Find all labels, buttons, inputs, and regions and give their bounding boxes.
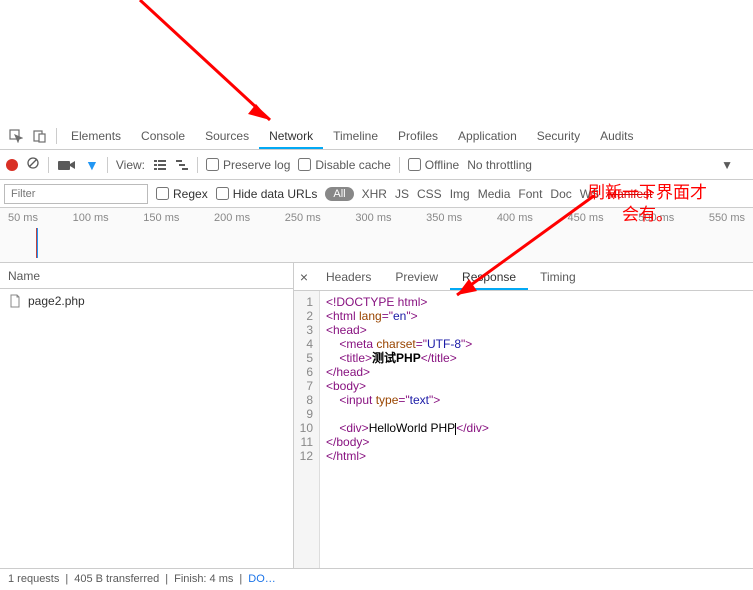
filter-font[interactable]: Font <box>518 187 542 201</box>
filter-media[interactable]: Media <box>478 187 511 201</box>
filter-doc[interactable]: Doc <box>550 187 571 201</box>
disable-cache-checkbox[interactable]: Disable cache <box>298 158 390 172</box>
preserve-log-checkbox[interactable]: Preserve log <box>206 158 290 172</box>
tick-label: 550 ms <box>709 212 745 224</box>
tab-profiles[interactable]: Profiles <box>388 123 448 148</box>
tab-sources[interactable]: Sources <box>195 123 259 148</box>
filter-css[interactable]: CSS <box>417 187 442 201</box>
filter-img[interactable]: Img <box>450 187 470 201</box>
record-icon[interactable] <box>6 159 18 171</box>
hide-data-urls-checkbox[interactable]: Hide data URLs <box>216 187 318 201</box>
status-requests: 1 requests <box>8 573 59 586</box>
line-gutter: 123456789101112 <box>294 291 320 568</box>
throttling-caret-icon[interactable]: ▼ <box>721 158 733 172</box>
subtab-timing[interactable]: Timing <box>528 264 588 289</box>
annotation-text: 刷新一下界面才会有。 <box>588 182 707 226</box>
response-code[interactable]: 123456789101112 <!DOCTYPE html><html lan… <box>294 291 753 568</box>
tick-label: 250 ms <box>285 212 321 224</box>
view-waterfall-icon[interactable] <box>175 158 189 172</box>
timeline-load-marker <box>36 228 37 258</box>
status-bar: 1 requests| 405 B transferred| Finish: 4… <box>0 568 753 590</box>
status-finish: Finish: 4 ms <box>174 573 233 586</box>
request-list: Name page2.php <box>0 263 294 568</box>
status-dom: DO… <box>248 573 276 586</box>
request-name: page2.php <box>28 294 85 308</box>
regex-checkbox[interactable]: Regex <box>156 187 208 201</box>
view-label: View: <box>116 158 145 172</box>
inspect-icon[interactable] <box>8 128 24 144</box>
tick-label: 400 ms <box>497 212 533 224</box>
subtab-response[interactable]: Response <box>450 264 528 290</box>
offline-checkbox[interactable]: Offline <box>408 158 459 172</box>
tab-network[interactable]: Network <box>259 123 323 149</box>
tick-label: 350 ms <box>426 212 462 224</box>
status-transferred: 405 B transferred <box>74 573 159 586</box>
tab-elements[interactable]: Elements <box>61 123 131 148</box>
device-toggle-icon[interactable] <box>32 128 48 144</box>
subtab-headers[interactable]: Headers <box>314 264 383 289</box>
tick-label: 50 ms <box>8 212 38 224</box>
camera-icon[interactable] <box>57 158 77 172</box>
tab-application[interactable]: Application <box>448 123 527 148</box>
network-toolbar: ▼ View: Preserve log Disable cache Offli… <box>0 150 753 180</box>
filter-js[interactable]: JS <box>395 187 409 201</box>
filter-input[interactable] <box>4 184 148 204</box>
tab-console[interactable]: Console <box>131 123 195 148</box>
filter-toggle-icon[interactable]: ▼ <box>85 157 99 173</box>
tick-label: 100 ms <box>73 212 109 224</box>
tick-label: 200 ms <box>214 212 250 224</box>
main-tabs: Elements Console Sources Network Timelin… <box>0 122 753 150</box>
tick-label: 150 ms <box>143 212 179 224</box>
view-list-icon[interactable] <box>153 158 167 172</box>
tab-security[interactable]: Security <box>527 123 590 148</box>
throttling-select[interactable]: No throttling <box>467 158 532 172</box>
tick-label: 300 ms <box>355 212 391 224</box>
filter-xhr[interactable]: XHR <box>362 187 387 201</box>
source-text: <!DOCTYPE html><html lang="en"><head> <m… <box>320 291 495 568</box>
tab-audits[interactable]: Audits <box>590 123 643 148</box>
request-row[interactable]: page2.php <box>0 289 293 313</box>
clear-icon[interactable] <box>26 156 40 173</box>
subtab-preview[interactable]: Preview <box>383 264 450 289</box>
tab-timeline[interactable]: Timeline <box>323 123 388 148</box>
detail-tabs: × Headers Preview Response Timing <box>294 263 753 291</box>
name-column-header[interactable]: Name <box>0 263 293 289</box>
close-icon[interactable]: × <box>294 269 314 285</box>
file-icon <box>8 294 22 308</box>
filter-all[interactable]: All <box>325 187 353 201</box>
